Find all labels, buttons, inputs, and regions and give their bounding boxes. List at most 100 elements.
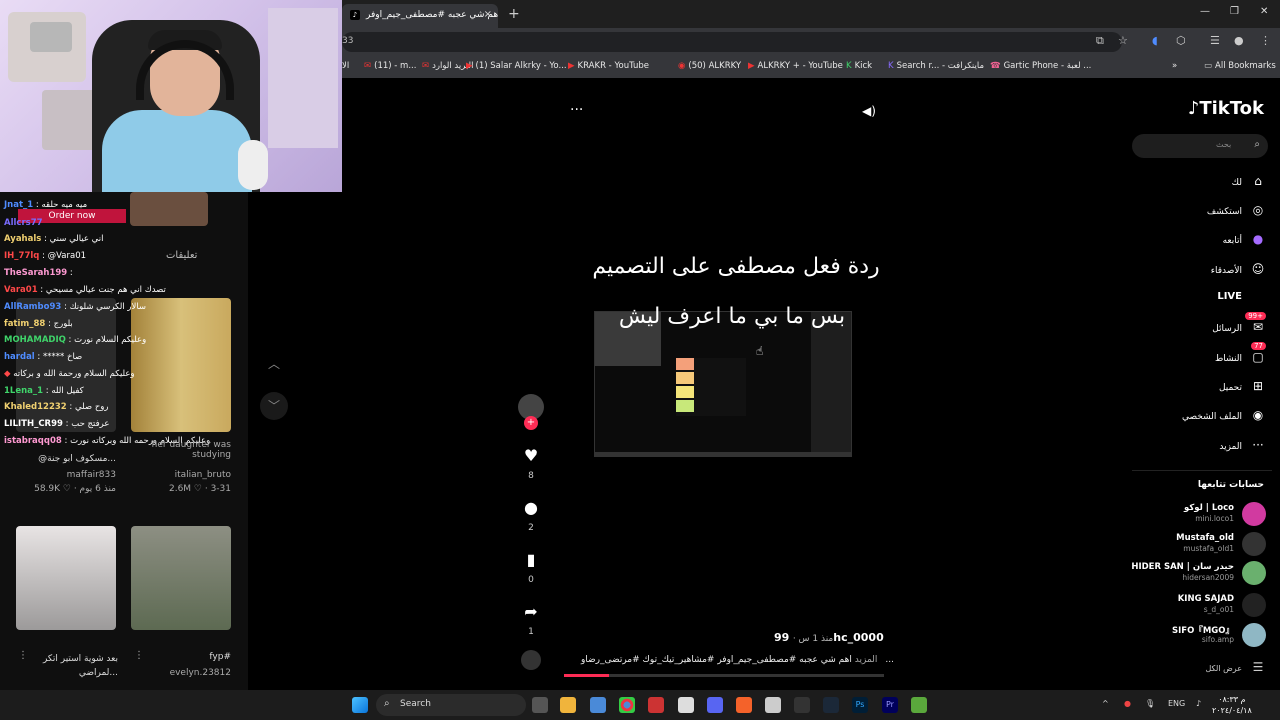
chrome-icon[interactable] xyxy=(619,697,635,713)
settings-icon[interactable] xyxy=(678,697,694,713)
search-icon[interactable]: ⌕ xyxy=(1254,139,1260,150)
bookmark-7[interactable]: K Kick xyxy=(846,61,872,71)
share-count: 1 xyxy=(528,627,534,637)
tab-close-icon[interactable]: × xyxy=(484,9,492,20)
url-field[interactable]: 33 xyxy=(342,32,1122,52)
share-button[interactable]: ➦ 1 xyxy=(516,602,546,637)
following-account[interactable]: SIFO『MGO』 sifo.amp xyxy=(1116,621,1266,651)
see-all-link[interactable]: عرض الكل ☰ xyxy=(1205,660,1266,674)
like-button[interactable]: ♥ 8 xyxy=(516,446,546,481)
store-icon[interactable] xyxy=(590,697,606,713)
nav-more[interactable]: المزيد ··· xyxy=(1219,438,1266,452)
youtube-icon: ▶ xyxy=(568,61,575,71)
more-link[interactable]: المزيد xyxy=(855,655,878,665)
speaker-icon[interactable]: ♪ xyxy=(1196,699,1201,708)
discord-icon[interactable] xyxy=(707,697,723,713)
author-line[interactable]: منذ 1 س · 99hc_0000 xyxy=(774,631,884,644)
premiere-icon[interactable]: Pr xyxy=(882,697,898,713)
following-account[interactable]: HIDER SAN | حيدر سان hidersan2009 xyxy=(1116,559,1266,589)
tile-user-1[interactable]: maffair833 xyxy=(16,470,116,480)
capcut-icon[interactable] xyxy=(794,697,810,713)
bookmark-overflow[interactable]: » xyxy=(1172,61,1177,71)
nav-for-you[interactable]: لك ⌂ xyxy=(1232,174,1266,188)
tile-more-icon[interactable]: ⋮ xyxy=(18,650,28,661)
follow-plus-icon[interactable]: + xyxy=(524,416,538,430)
bookmark-5[interactable]: ◉ (50) ALKRKY xyxy=(678,61,741,71)
author-avatar[interactable]: + xyxy=(516,394,546,430)
music-disc[interactable] xyxy=(516,650,546,670)
bookmark-3[interactable]: ▶ (1) Salar Alkrky - Yo... xyxy=(466,61,567,71)
tile-title-3[interactable]: بعد شوية استير اتكر لمراضي... xyxy=(36,652,118,680)
tile-thumb-top[interactable] xyxy=(130,192,208,226)
language-indicator[interactable]: ENG xyxy=(1168,699,1185,708)
mic-icon[interactable]: 🎙 xyxy=(1145,699,1155,708)
bookmark-4[interactable]: ▶ KRAKR - YouTube xyxy=(568,61,649,71)
menu-list-icon[interactable]: ☰ xyxy=(1210,34,1220,47)
profile-avatar-icon[interactable]: ● xyxy=(1234,34,1244,47)
all-bookmarks[interactable]: ▭ All Bookmarks xyxy=(1204,61,1276,71)
close-window-icon[interactable]: ✕ xyxy=(1260,6,1268,17)
nav-messages[interactable]: الرسائل ✉ 99+ xyxy=(1212,312,1266,334)
nav-upload[interactable]: تحميل ⊞ xyxy=(1219,379,1266,393)
puzzle-icon[interactable]: ⬡ xyxy=(1176,34,1186,47)
new-tab-button[interactable]: + xyxy=(508,6,520,22)
tile-thumb-4[interactable] xyxy=(131,526,231,630)
kebab-menu-icon[interactable]: ⋮ xyxy=(1260,34,1271,47)
nav-profile[interactable]: الملف الشخصي ◉ xyxy=(1182,408,1266,422)
progress-bar[interactable] xyxy=(564,674,884,677)
tray-app-icon[interactable]: ● xyxy=(1124,699,1131,708)
tile-more-icon[interactable]: ⋮ xyxy=(134,650,144,661)
nav-live[interactable]: LIVE xyxy=(1217,291,1266,302)
windows-start-icon[interactable] xyxy=(352,697,368,713)
star-icon[interactable]: ☆ xyxy=(1118,34,1128,47)
app-icon[interactable] xyxy=(765,697,781,713)
tray-chevron-icon[interactable]: ^ xyxy=(1102,699,1109,708)
nav-activity[interactable]: النشاط ▢ 77 xyxy=(1215,342,1266,364)
install-icon[interactable]: ⧉ xyxy=(1096,34,1104,48)
tile-user-2[interactable]: italian_bruto xyxy=(131,470,231,480)
bookmark-8[interactable]: K Search r... - ماينكرافت xyxy=(888,61,984,71)
list-icon: ☰ xyxy=(1252,660,1264,674)
minecraft-icon[interactable] xyxy=(911,697,927,713)
file-explorer-icon[interactable] xyxy=(560,697,576,713)
tile-thumb-3[interactable] xyxy=(16,526,116,630)
following-account[interactable]: لوكو | Loco mini.loco1 xyxy=(1116,500,1266,530)
volume-icon[interactable]: ◀) xyxy=(862,104,876,118)
bookmark-6[interactable]: ▶ ALKRKY + - YouTube xyxy=(748,61,843,71)
extension-icon[interactable]: ◖ xyxy=(1152,34,1158,47)
active-tab[interactable]: ♪ اهم شي عجبه #مصطفى_جيم_اوفر × xyxy=(342,4,498,28)
video-area[interactable]: ··· ◀) ردة فعل مصطفى على التصميم بس ما ب… xyxy=(342,78,1120,690)
search-input[interactable]: بحث ⌕ xyxy=(1132,134,1268,158)
bookmark-9[interactable]: ☎ Gartic Phone - لعبة ... xyxy=(990,61,1091,71)
taskbar-search[interactable]: ⌕ Search xyxy=(376,694,526,716)
more-options-icon[interactable]: ··· xyxy=(570,102,583,118)
scroll-down-icon[interactable]: ﹀ xyxy=(260,392,288,420)
app-icon[interactable] xyxy=(648,697,664,713)
clock[interactable]: م ٠٨:٣٣ ٢٠٢٤/٠٤/١٨ xyxy=(1212,694,1252,716)
gmail-icon: ✉ xyxy=(422,61,430,71)
tiktok-logo[interactable]: ♪TikTok xyxy=(1188,98,1264,119)
following-account[interactable]: Mustafa_old mustafa_old1 xyxy=(1116,530,1266,560)
following-account[interactable]: KING SAJAD s_d_o01 xyxy=(1116,591,1266,621)
nav-friends[interactable]: الأصدقاء ☺ xyxy=(1211,262,1266,276)
tiktok-note-icon: ♪ xyxy=(1187,98,1200,119)
task-view-icon[interactable] xyxy=(532,697,548,713)
tile-user-4[interactable]: evelyn.23812 xyxy=(131,668,231,678)
save-button[interactable]: ▮ 0 xyxy=(516,550,546,585)
photoshop-icon[interactable]: Ps xyxy=(852,697,868,713)
tile-title-1[interactable]: @مسكوف ابو جنة... xyxy=(16,454,116,464)
bookmark-0[interactable]: الا xyxy=(342,61,349,71)
scroll-up-icon[interactable]: ︿ xyxy=(260,350,288,378)
minimize-icon[interactable]: — xyxy=(1200,6,1210,17)
nav-following[interactable]: أتابعه ● xyxy=(1223,232,1266,246)
comment-button[interactable]: ● 2 xyxy=(516,498,546,533)
steam-icon[interactable] xyxy=(823,697,839,713)
tile-title-2[interactable]: her daughter was studying xyxy=(131,440,231,460)
maximize-icon[interactable]: ❐ xyxy=(1230,6,1239,17)
nav-explore[interactable]: استكشف ◎ xyxy=(1207,203,1266,217)
tile-title-4[interactable]: fyp# xyxy=(131,652,231,662)
bookmark-1[interactable]: ✉ (11) - m... xyxy=(364,61,416,71)
description-text: اهم شي عجبه #مصطفى_جيم_اوفر #مشاهير_تيك_… xyxy=(580,655,894,665)
brave-icon[interactable] xyxy=(736,697,752,713)
tile-thumb-2[interactable] xyxy=(131,298,231,432)
